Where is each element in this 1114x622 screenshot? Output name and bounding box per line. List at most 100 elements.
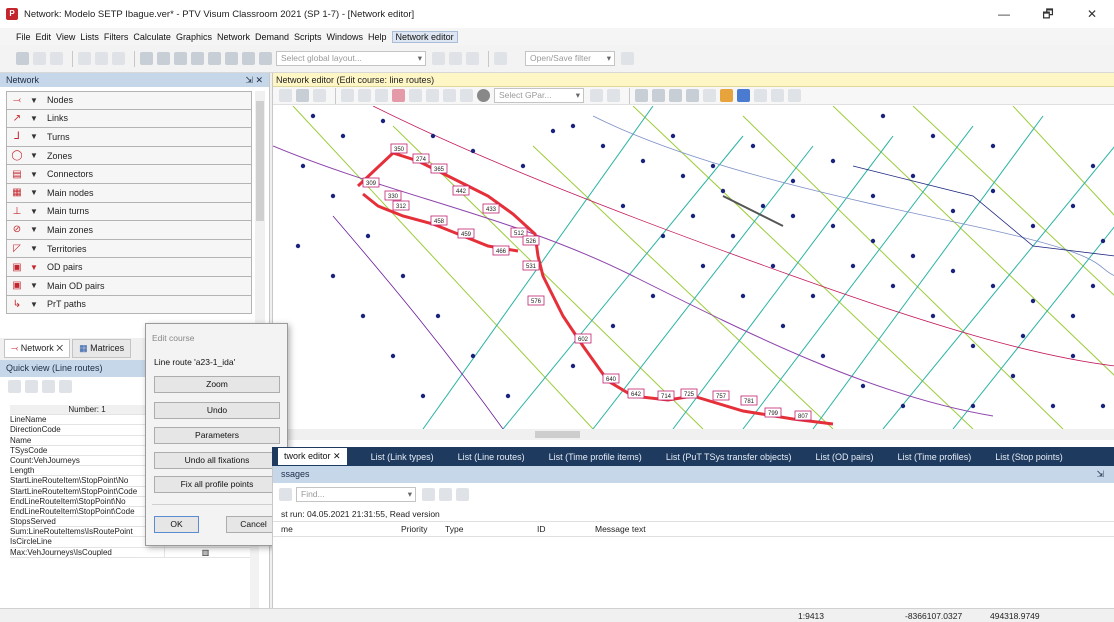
- gpar-select[interactable]: Select GPar...: [494, 88, 584, 103]
- network-node[interactable]: [1050, 403, 1056, 409]
- stop-label[interactable]: 799: [764, 407, 782, 418]
- tab-close-icon[interactable]: ✕: [56, 343, 63, 353]
- network-node[interactable]: [1020, 333, 1026, 339]
- stop-label[interactable]: 309: [362, 177, 380, 188]
- network-node[interactable]: [860, 383, 866, 389]
- network-node[interactable]: [730, 233, 736, 239]
- graphics-icon[interactable]: [140, 52, 153, 65]
- layout-save-icon[interactable]: [449, 52, 462, 65]
- network-node[interactable]: [400, 273, 406, 279]
- stop-label[interactable]: 442: [452, 185, 470, 196]
- network-node[interactable]: [790, 213, 796, 219]
- network-node[interactable]: [710, 163, 716, 169]
- zoom-icon[interactable]: [191, 52, 204, 65]
- network-node[interactable]: [870, 238, 876, 244]
- qv-paste-icon[interactable]: [25, 379, 38, 393]
- network-map[interactable]: 350274365309330312442433458459 5125264665…: [273, 106, 1114, 429]
- network-node[interactable]: [910, 253, 916, 259]
- netitem-main-turns[interactable]: ⊥ ▼ Main turns: [6, 202, 252, 222]
- netitem-turns[interactable]: ⅃ ▼ Turns: [6, 128, 252, 147]
- scrollbar-thumb[interactable]: [256, 101, 264, 221]
- close-icon[interactable]: ✕: [1070, 0, 1114, 28]
- filter-icon[interactable]: ▼: [27, 300, 41, 309]
- scrollbar-thumb[interactable]: [535, 431, 580, 438]
- table-row[interactable]: Max:VehJourneys\IsCoupled ▥: [10, 547, 250, 558]
- network-node[interactable]: [340, 133, 346, 139]
- print-icon[interactable]: [635, 89, 648, 102]
- network-node[interactable]: [970, 403, 976, 409]
- ok-button[interactable]: OK: [154, 516, 199, 533]
- background-icon[interactable]: [788, 89, 801, 102]
- stop-label[interactable]: 433: [482, 203, 500, 214]
- undo-all-fixations-button[interactable]: Undo all fixations: [154, 452, 280, 469]
- network-node[interactable]: [1030, 298, 1036, 304]
- network-node[interactable]: [550, 128, 556, 134]
- stop-label[interactable]: 312: [392, 200, 410, 211]
- find-next-icon[interactable]: [439, 488, 452, 501]
- stop-label[interactable]: 531: [522, 260, 540, 271]
- stop-label[interactable]: 274: [412, 153, 430, 164]
- filter-icon[interactable]: ▼: [27, 225, 41, 234]
- save-file-icon[interactable]: [50, 52, 63, 65]
- open-save-filter-select[interactable]: Open/Save filter: [525, 51, 615, 66]
- network-node[interactable]: [810, 293, 816, 299]
- netitem-links[interactable]: ↗ ▼ Links: [6, 109, 252, 129]
- arrow-left-icon[interactable]: [652, 89, 665, 102]
- netitem-territories[interactable]: ◸ ▼ Territories: [6, 239, 252, 259]
- col-name[interactable]: me: [273, 522, 401, 536]
- network-node[interactable]: [650, 293, 656, 299]
- filter-icon[interactable]: ▼: [27, 170, 41, 179]
- refresh-icon[interactable]: [703, 89, 716, 102]
- screenshot-icon[interactable]: [754, 89, 767, 102]
- network-node[interactable]: [670, 133, 676, 139]
- filter-icon[interactable]: ▼: [27, 207, 41, 216]
- netitem-main-zones[interactable]: ⊘ ▼ Main zones: [6, 221, 252, 240]
- menu-calculate[interactable]: Calculate: [133, 32, 171, 42]
- network-node[interactable]: [990, 188, 996, 194]
- menu-graphics[interactable]: Graphics: [176, 32, 212, 42]
- node-icon[interactable]: [477, 89, 490, 102]
- network-node[interactable]: [430, 133, 436, 139]
- network-node[interactable]: [770, 263, 776, 269]
- tab-network[interactable]: ⤙ Network ✕: [4, 339, 71, 358]
- stop-label[interactable]: 714: [657, 390, 675, 401]
- network-node[interactable]: [820, 353, 826, 359]
- network-node[interactable]: [660, 233, 666, 239]
- network-node[interactable]: [1100, 403, 1106, 409]
- network-node[interactable]: [950, 268, 956, 274]
- tab-list-time-profiles[interactable]: List (Time profiles): [898, 452, 972, 462]
- layout-text-icon[interactable]: [466, 52, 479, 65]
- network-node[interactable]: [1100, 238, 1106, 244]
- redo-icon[interactable]: [95, 52, 108, 65]
- pan-icon[interactable]: [279, 89, 292, 102]
- network-node[interactable]: [830, 158, 836, 164]
- tab-list-od-pairs[interactable]: List (OD pairs): [816, 452, 874, 462]
- stop-label[interactable]: 642: [627, 388, 645, 399]
- netitem-od-pairs[interactable]: ▣ ▼ OD pairs: [6, 258, 252, 277]
- circle-icon[interactable]: [225, 52, 238, 65]
- network-node[interactable]: [990, 283, 996, 289]
- legend-icon[interactable]: [174, 52, 187, 65]
- list-icon[interactable]: [358, 89, 371, 102]
- netitem-main-od-pairs[interactable]: ▣ ▼ Main OD pairs: [6, 276, 252, 296]
- qv-attributes-icon[interactable]: [59, 379, 72, 393]
- network-node[interactable]: [680, 173, 686, 179]
- network-node[interactable]: [890, 283, 896, 289]
- menu-scripts[interactable]: Scripts: [294, 32, 322, 42]
- netitem-zones[interactable]: ◯ ▼ Zones: [6, 146, 252, 166]
- pointer-icon[interactable]: [296, 89, 309, 102]
- netitem-connectors[interactable]: ▤ ▼ Connectors: [6, 165, 252, 184]
- open-file-icon[interactable]: [33, 52, 46, 65]
- fix-all-profile-points-button[interactable]: Fix all profile points: [154, 476, 280, 493]
- clear-icon[interactable]: [456, 488, 469, 501]
- network-node[interactable]: [300, 163, 306, 169]
- filter-icon[interactable]: ▼: [27, 188, 41, 197]
- restore-icon[interactable]: 🗗: [1026, 0, 1070, 28]
- qv-select-icon[interactable]: [42, 379, 55, 393]
- network-node[interactable]: [690, 213, 696, 219]
- message-filter-icon[interactable]: [279, 488, 292, 501]
- tab-list-put-tsys-transfer[interactable]: List (PuT TSys transfer objects): [666, 452, 792, 462]
- edit-icon[interactable]: [375, 89, 388, 102]
- menu-lists[interactable]: Lists: [80, 32, 99, 42]
- stop-label[interactable]: 526: [522, 235, 540, 246]
